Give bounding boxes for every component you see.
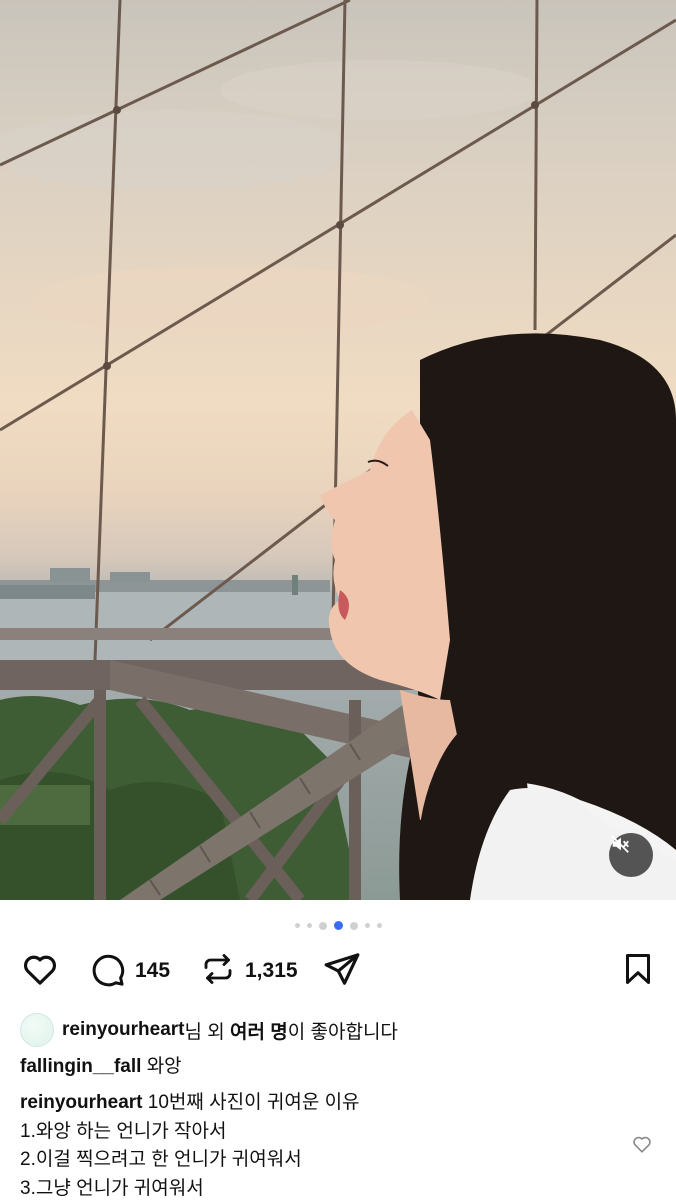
post-photo[interactable] (0, 0, 676, 900)
save-button[interactable] (620, 950, 656, 992)
heart-outline-icon (20, 949, 60, 994)
caption-username[interactable]: reinyourheart (20, 1092, 142, 1113)
avatar[interactable] (20, 1013, 54, 1047)
comment-like-button[interactable] (631, 1133, 653, 1160)
comment-button[interactable]: 145 (88, 950, 170, 992)
small-heart-icon (631, 1136, 653, 1159)
like-button[interactable] (20, 950, 60, 992)
share-button[interactable] (322, 950, 362, 992)
comments-count: 145 (135, 959, 171, 982)
comment-text: 와앙 (146, 1056, 182, 1077)
reposts-count: 1,315 (245, 959, 298, 982)
post-caption: reinyourheart 10번째 사진이 귀여운 이유 1.와앙 하는 언니… (20, 1089, 360, 1200)
carousel-dot (318, 921, 327, 930)
repost-button[interactable]: 1,315 (200, 950, 298, 992)
carousel-dot (306, 923, 312, 928)
liker-username[interactable]: reinyourheart (62, 1019, 184, 1041)
carousel-dot (349, 921, 358, 930)
likes-text-part-1: 님 외 (184, 1021, 231, 1043)
caption-line: 1.와앙 하는 언니가 작아서 (20, 1120, 227, 1142)
carousel-dot (294, 923, 300, 928)
caption-line: 2.이걸 찍으려고 한 언니가 귀여워서 (20, 1149, 302, 1170)
comment-bubble-icon (88, 950, 126, 993)
likes-text-part-2: 이 좋아합니다 (287, 1021, 398, 1043)
likes-others-link[interactable]: 여러 명 (230, 1017, 288, 1044)
post-action-bar: 145 1,315 (20, 950, 656, 992)
carousel-indicator (0, 921, 676, 930)
comment-username[interactable]: fallingin__fall (20, 1056, 141, 1077)
paper-plane-icon (322, 949, 362, 994)
repost-arrows-icon (200, 951, 236, 992)
photo-illustration (0, 0, 676, 900)
caption-line: 3.그냥 언니가 귀여워서 (20, 1177, 204, 1199)
mute-toggle-button[interactable] (609, 833, 653, 877)
bookmark-outline-icon (620, 949, 656, 994)
carousel-dot-active (333, 921, 343, 930)
likes-summary[interactable]: reinyourheart 님 외 여러 명 이 좋아합니다 (20, 1013, 398, 1047)
carousel-dot (364, 923, 370, 928)
top-comment: fallingin__fall 와앙 (20, 1051, 182, 1078)
carousel-dot (376, 923, 382, 928)
caption-first-line: 10번째 사진이 귀여운 이유 (147, 1092, 360, 1113)
